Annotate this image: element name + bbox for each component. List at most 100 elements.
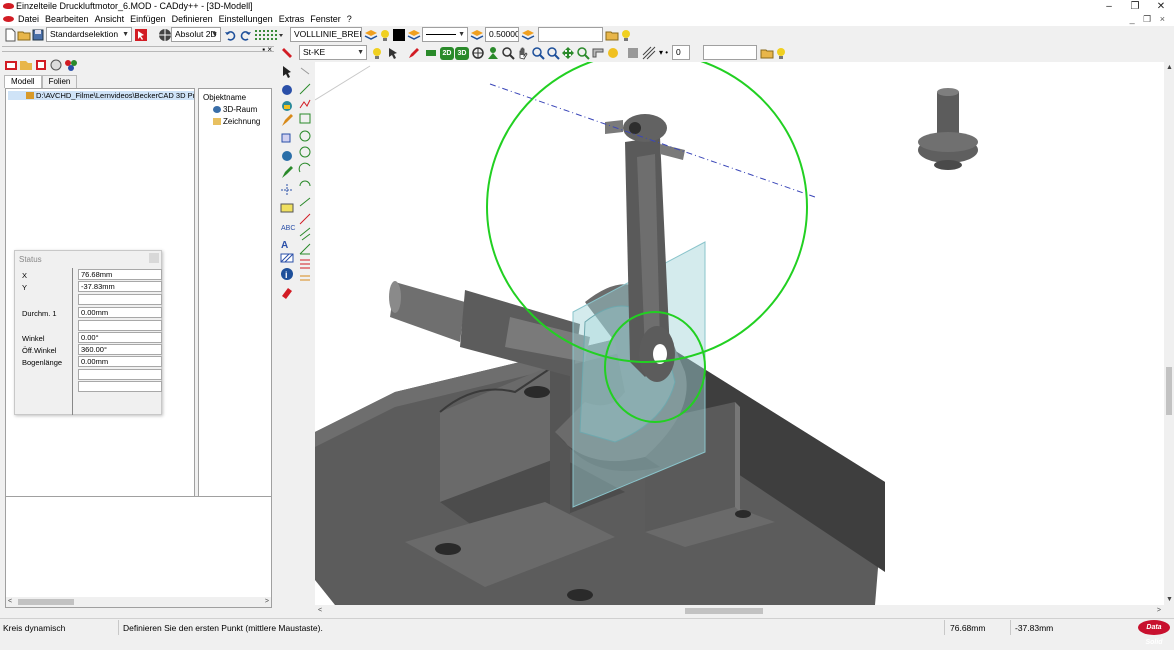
- status-value-durchm[interactable]: 0.00mm: [78, 307, 162, 318]
- status-close-button[interactable]: [149, 253, 159, 263]
- folder-view-icon[interactable]: [760, 46, 774, 60]
- document-menu-icon[interactable]: [3, 16, 14, 22]
- menu-fenster[interactable]: Fenster: [310, 14, 341, 24]
- layer-pointer-icon[interactable]: [386, 46, 400, 60]
- parallel-line-icon[interactable]: [299, 197, 311, 207]
- hatch-dropdown-icon[interactable]: ▾ •: [659, 48, 668, 57]
- offset-line-icon[interactable]: [299, 227, 311, 241]
- rectangle-icon[interactable]: [299, 113, 311, 124]
- folder-layer-icon[interactable]: [605, 28, 619, 42]
- status-value-oeffwinkel[interactable]: 360.00°: [78, 344, 162, 355]
- pen-icon[interactable]: [407, 46, 421, 60]
- menu-definieren[interactable]: Definieren: [172, 14, 213, 24]
- spin-field[interactable]: 0: [672, 45, 690, 60]
- status-value-x[interactable]: 76.68mm: [78, 269, 162, 280]
- grid-snap-icon[interactable]: [254, 28, 284, 42]
- toolbar1-text-field[interactable]: [538, 27, 603, 42]
- text-a-icon[interactable]: A: [281, 240, 288, 251]
- hatch-icon[interactable]: [642, 46, 656, 60]
- person-view-icon[interactable]: [486, 46, 500, 60]
- tab-modell[interactable]: Modell: [4, 75, 42, 88]
- pan-hand-icon[interactable]: [516, 46, 530, 60]
- mdi-window-controls[interactable]: _ ❐ ×: [1130, 14, 1168, 25]
- object-item-zeichnung[interactable]: Zeichnung: [213, 117, 260, 126]
- zoom-window-icon[interactable]: [501, 46, 515, 60]
- shade-icon[interactable]: [626, 46, 640, 60]
- zoom-out-icon[interactable]: [546, 46, 560, 60]
- menu-extras[interactable]: Extras: [279, 14, 305, 24]
- pick-icon[interactable]: [300, 67, 310, 75]
- object-item-3d-raum[interactable]: 3D-Raum: [213, 105, 257, 114]
- rotate-view-icon[interactable]: [471, 46, 485, 60]
- hatch-tool-icon[interactable]: [280, 253, 294, 263]
- menu-einfuegen[interactable]: Einfügen: [130, 14, 166, 24]
- undo-icon[interactable]: [224, 28, 238, 42]
- view-2d-button[interactable]: 2D: [440, 47, 454, 60]
- selection-mode-select[interactable]: Standardselektion ▼: [46, 27, 132, 42]
- model-tool-1-icon[interactable]: [4, 58, 18, 72]
- ruler-icon[interactable]: [424, 46, 438, 60]
- menu-datei[interactable]: Datei: [18, 14, 39, 24]
- edit-solid-icon[interactable]: [282, 114, 293, 126]
- render-icon[interactable]: [606, 46, 620, 60]
- save-icon[interactable]: [31, 28, 45, 42]
- width-layer-icon[interactable]: [521, 28, 535, 42]
- arc-3pt-icon[interactable]: [299, 180, 311, 187]
- model-tool-5-icon[interactable]: [64, 58, 78, 72]
- 3d-viewport[interactable]: [315, 62, 1164, 605]
- status-value-empty-3[interactable]: [78, 369, 162, 380]
- status-value-y[interactable]: -37.83mm: [78, 281, 162, 292]
- status-window[interactable]: Status X 76.68mm Y -37.83mm Durchm. 1 0.…: [14, 250, 162, 415]
- select-arrow-icon[interactable]: [283, 66, 291, 78]
- viewport-horizontal-scrollbar[interactable]: < >: [315, 605, 1164, 617]
- open-folder-icon[interactable]: [17, 28, 31, 42]
- panel-pin-close[interactable]: ▪ ×: [262, 45, 272, 54]
- linewidth-layer-icon[interactable]: [470, 28, 484, 42]
- boolean-icon[interactable]: [281, 133, 291, 143]
- status-value-bogenlaenge[interactable]: 0.00mm: [78, 356, 162, 367]
- polyline-icon[interactable]: [299, 99, 311, 109]
- bulb-layer-icon[interactable]: [370, 46, 384, 60]
- zoom-in-icon[interactable]: [531, 46, 545, 60]
- linestyle-layer-icon[interactable]: [407, 28, 421, 42]
- tangent-line-icon[interactable]: [299, 213, 311, 225]
- double-line-icon[interactable]: [300, 275, 310, 281]
- status-value-winkel[interactable]: 0.00°: [78, 332, 162, 343]
- status-value-empty-1[interactable]: [78, 294, 162, 305]
- close-button[interactable]: ✕: [1148, 0, 1174, 13]
- status-value-empty-4[interactable]: [78, 381, 162, 392]
- sphere-icon[interactable]: [282, 85, 292, 95]
- view-3d-button[interactable]: 3D: [455, 47, 469, 60]
- layer-color-icon[interactable]: [281, 46, 295, 60]
- menu-bearbeiten[interactable]: Bearbeiten: [45, 14, 89, 24]
- menu-einstellungen[interactable]: Einstellungen: [219, 14, 273, 24]
- info-icon[interactable]: i: [281, 268, 293, 280]
- color-bulb-icon[interactable]: [378, 28, 392, 42]
- arc-icon[interactable]: [298, 162, 311, 173]
- viewport-vertical-scrollbar[interactable]: ▲ ▼: [1164, 62, 1174, 605]
- restore-button[interactable]: ❐: [1122, 0, 1148, 13]
- eraser-icon[interactable]: [282, 288, 292, 299]
- coordinate-mode-select[interactable]: Absolut 2D ▼: [171, 27, 221, 42]
- line-style-select[interactable]: ▼: [422, 27, 468, 42]
- horizontal-lines-icon[interactable]: [300, 259, 310, 269]
- panel-grip[interactable]: [2, 46, 274, 52]
- line-width-field[interactable]: 0.500000: [485, 27, 519, 42]
- new-file-icon[interactable]: [3, 28, 17, 42]
- solid-icon[interactable]: [282, 101, 292, 111]
- text-abc-icon[interactable]: ABC: [281, 225, 295, 232]
- model-tool-2-icon[interactable]: [19, 58, 33, 72]
- angle-line-icon[interactable]: [299, 243, 311, 255]
- zoom-fit-icon[interactable]: [576, 46, 590, 60]
- zoom-all-icon[interactable]: [561, 46, 575, 60]
- tab-folien[interactable]: Folien: [41, 75, 78, 88]
- tree-item-file[interactable]: D:\AVCHD_Filme\Lernvideos\BeckerCAD 3D P…: [8, 91, 194, 100]
- menu-ansicht[interactable]: Ansicht: [95, 14, 125, 24]
- transform-icon[interactable]: [282, 151, 292, 161]
- redo-icon[interactable]: [238, 28, 252, 42]
- section-icon[interactable]: [591, 46, 605, 60]
- circle-tool-icon[interactable]: [299, 130, 311, 142]
- toolbar2-text-field[interactable]: [703, 45, 757, 60]
- minimize-button[interactable]: –: [1096, 0, 1122, 13]
- line-type-select[interactable]: VOLLLINIE_BREIT: [290, 27, 362, 42]
